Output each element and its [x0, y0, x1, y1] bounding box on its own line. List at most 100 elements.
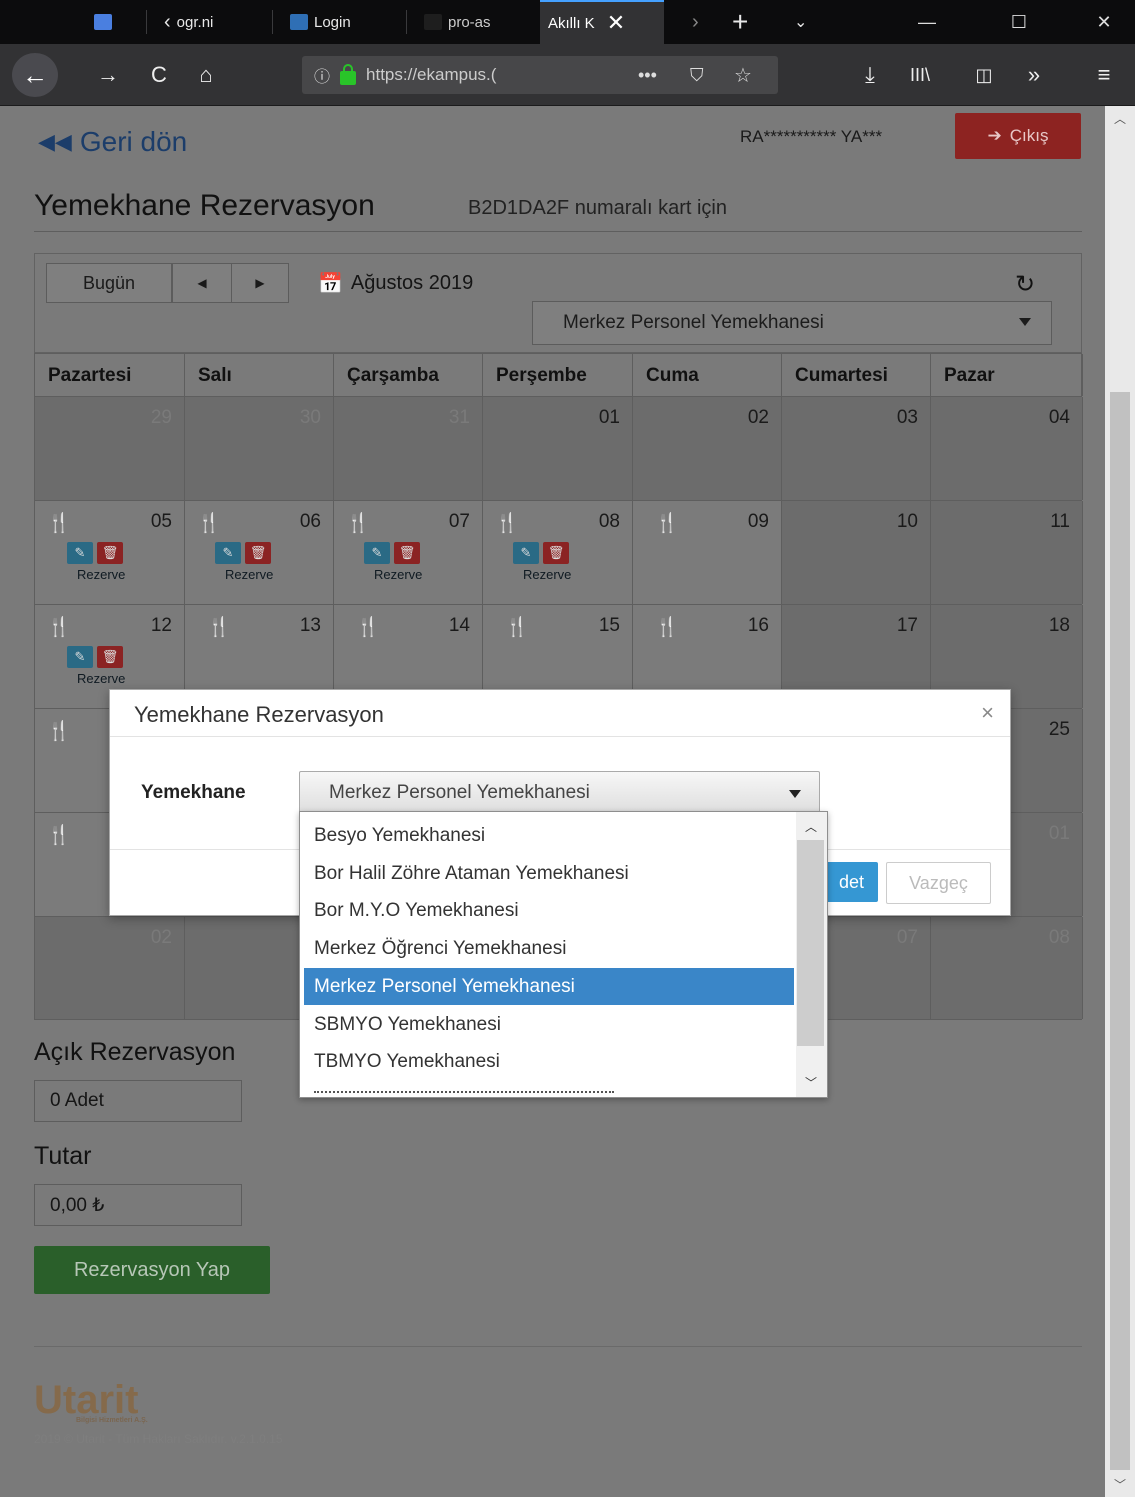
page-scrollbar-thumb[interactable]	[1110, 392, 1130, 1470]
cafeteria-select[interactable]: Merkez Personel Yemekhanesi	[532, 301, 1052, 345]
edit-reservation-button[interactable]: ✎	[67, 542, 93, 564]
overflow-icon[interactable]: »	[1016, 56, 1052, 94]
modal-confirm-button[interactable]: det	[825, 862, 878, 902]
edit-reservation-button[interactable]: ✎	[513, 542, 539, 564]
option-item[interactable]: Bor Halil Zöhre Ataman Yemekhanesi	[304, 855, 794, 892]
tab-pro-as[interactable]: pro-as	[416, 0, 534, 44]
option-item-selected[interactable]: Merkez Personel Yemekhanesi	[304, 968, 794, 1005]
day-cell[interactable]: 🍴 08 ✎ 🗑 Rezerve	[483, 501, 633, 604]
delete-reservation-button[interactable]: 🗑	[245, 542, 271, 564]
options-scrollbar-thumb[interactable]	[797, 840, 824, 1046]
chevron-up-icon[interactable]: ︿	[802, 818, 820, 834]
new-tab-icon[interactable]: +	[724, 0, 760, 44]
day-cell[interactable]: 10	[782, 501, 931, 604]
bookmark-star-icon[interactable]: ☆	[734, 63, 752, 88]
option-item[interactable]: Bor M.Y.O Yemekhanesi	[304, 892, 794, 929]
option-item[interactable]: Merkez Öğrenci Yemekhanesi	[304, 930, 794, 967]
delete-reservation-button[interactable]: 🗑	[394, 542, 420, 564]
copyright-text: 2019 © Utarit - Tüm Hakları Saklıdır. v.…	[34, 1432, 283, 1446]
logout-label: Çıkış	[1009, 126, 1049, 145]
download-icon[interactable]: ⤓	[852, 56, 888, 94]
day-cell[interactable]: 02	[633, 397, 782, 500]
reload-icon[interactable]: C	[141, 56, 177, 94]
library-icon[interactable]: III\	[902, 56, 938, 94]
pocket-icon[interactable]: ⛉	[690, 65, 704, 86]
page-actions-icon[interactable]: •••	[638, 65, 657, 86]
refresh-icon[interactable]: ↻	[1015, 270, 1035, 299]
scroll-down-icon[interactable]: ﹀	[1110, 1476, 1130, 1494]
day-number: 01	[1048, 823, 1070, 844]
tab-separator	[272, 10, 273, 34]
make-reservation-button[interactable]: Rezervasyon Yap	[34, 1246, 270, 1294]
day-number: 15	[598, 615, 620, 636]
meal-icon: 🍴	[207, 617, 231, 638]
menu-hamburger-icon[interactable]: ≡	[1086, 56, 1122, 94]
info-icon[interactable]: ⓘ	[314, 63, 330, 87]
day-cell[interactable]: 03	[782, 397, 931, 500]
minimize-icon[interactable]: —	[898, 0, 956, 44]
edit-reservation-button[interactable]: ✎	[67, 646, 93, 668]
day-cell[interactable]: 01	[483, 397, 633, 500]
option-item[interactable]: TBMYO Yemekhanesi	[304, 1043, 794, 1080]
tab-active[interactable]: Akıllı K ✕	[540, 0, 664, 44]
sidebar-icon[interactable]: ◫	[966, 56, 1002, 94]
cafeteria-dropdown[interactable]: Merkez Personel Yemekhanesi	[299, 771, 820, 814]
next-month-button[interactable]: ▶	[231, 263, 289, 303]
tab-translate[interactable]	[86, 0, 146, 44]
prev-month-button[interactable]: ◀	[172, 263, 232, 303]
day-cell[interactable]: 11	[931, 501, 1083, 604]
day-cell[interactable]: 30	[185, 397, 334, 500]
delete-reservation-button[interactable]: 🗑	[97, 542, 123, 564]
tab-label: Login	[314, 13, 351, 31]
delete-reservation-button[interactable]: 🗑	[97, 646, 123, 668]
day-cell[interactable]: 04	[931, 397, 1083, 500]
day-cell[interactable]: 02	[35, 917, 185, 1019]
day-cell[interactable]: 🍴 07 ✎ 🗑 Rezerve	[334, 501, 483, 604]
day-number: 08	[1048, 927, 1070, 948]
edit-reservation-button[interactable]: ✎	[364, 542, 390, 564]
pencil-icon: ✎	[371, 545, 383, 560]
maximize-icon[interactable]: ☐	[990, 0, 1048, 44]
utarit-logo: Utarit Bilgisi Hizmetleri A.Ş.	[34, 1378, 148, 1424]
weekday-label: Pazartesi	[35, 354, 185, 396]
day-number: 31	[448, 407, 470, 428]
day-number: 30	[299, 407, 321, 428]
browser-nav-bar: ← → C ⌂ ⓘ https://ekampus.( ••• ⛉ ☆ ⤓ II…	[0, 44, 1135, 106]
chevron-down-icon[interactable]: ﹀	[802, 1074, 820, 1090]
forward-arrow-icon[interactable]: →	[90, 56, 126, 94]
delete-reservation-button[interactable]: 🗑	[543, 542, 569, 564]
tab-label: ogr.ni	[176, 13, 214, 31]
day-cell[interactable]: 🍴 05 ✎ 🗑 Rezerve	[35, 501, 185, 604]
back-arrow-icon[interactable]: ←	[12, 53, 58, 97]
option-item[interactable]: Besyo Yemekhanesi	[304, 817, 794, 854]
day-cell[interactable]: 29	[35, 397, 185, 500]
tab-ogr[interactable]: ‹ ogr.ni	[156, 0, 242, 44]
edit-reservation-button[interactable]: ✎	[215, 542, 241, 564]
title-divider	[34, 231, 1082, 232]
modal-cancel-button[interactable]: Vazgeç	[886, 862, 991, 904]
option-item[interactable]: SBMYO Yemekhanesi	[304, 1006, 794, 1043]
day-cell[interactable]: 🍴 09	[633, 501, 782, 604]
day-cell[interactable]: 31	[334, 397, 483, 500]
today-button[interactable]: Bugün	[46, 263, 172, 303]
back-link[interactable]: ◀◀ Geri dön	[38, 126, 187, 158]
day-number: 01	[598, 407, 620, 428]
day-cell[interactable]: 08	[931, 917, 1083, 1019]
close-tab-icon[interactable]: ✕	[607, 10, 625, 36]
tab-separator	[146, 10, 147, 34]
url-bar[interactable]: ⓘ https://ekampus.( ••• ⛉ ☆	[302, 56, 778, 94]
option-item-partial[interactable]	[304, 1082, 794, 1097]
chevron-down-icon	[1019, 318, 1031, 326]
tab-login[interactable]: Login	[282, 0, 402, 44]
logout-button[interactable]: ➔ Çıkış	[955, 113, 1081, 159]
home-icon[interactable]: ⌂	[188, 56, 224, 94]
close-icon[interactable]: ×	[981, 700, 994, 726]
tab-scroll-right-icon[interactable]: ›	[684, 0, 714, 44]
tab-list-icon[interactable]: ⌄	[786, 0, 822, 44]
day-cell[interactable]: 🍴 06 ✎ 🗑 Rezerve	[185, 501, 334, 604]
day-number: 02	[150, 927, 172, 948]
day-number: 08	[598, 511, 620, 532]
partial-option-text	[314, 1091, 614, 1093]
close-window-icon[interactable]: ✕	[1075, 0, 1133, 44]
scroll-up-icon[interactable]: ︿	[1110, 110, 1130, 128]
